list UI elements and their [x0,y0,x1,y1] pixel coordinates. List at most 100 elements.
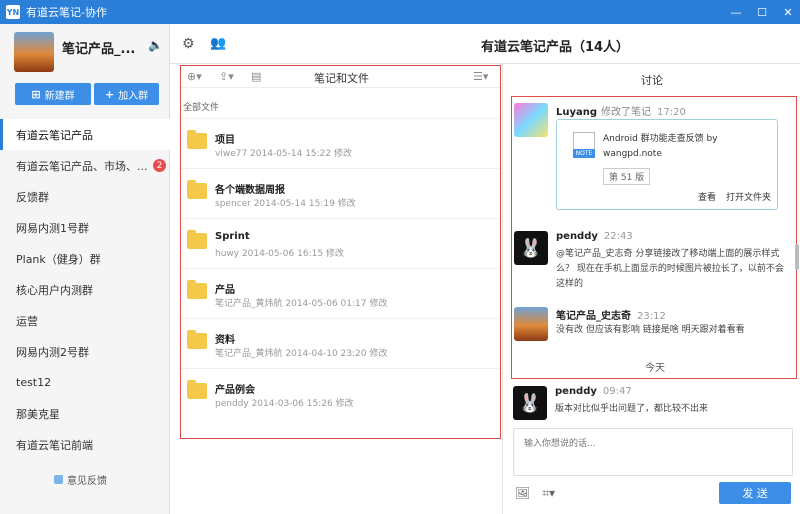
discussion-panel: 讨论 Luyang修改了笔记 17:20 Android 群功能走查反馈 by w… [502,64,800,514]
group-item-label: 有道云笔记前端 [16,438,93,452]
group-avatar[interactable] [14,32,54,72]
new-group-icon: ⊞ [31,87,41,101]
file-name: 资料 [215,335,235,346]
scrollbar[interactable] [795,244,799,270]
list-item[interactable]: 资料 笔记产品_黄炜航 2014-04-10 23:20 修改 [181,318,499,368]
list-view-icon[interactable]: ☰▾ [473,70,488,83]
avatar[interactable]: 🐰 [513,386,547,420]
group-actions: ⊞ 新建群 + 加入群 [15,83,159,105]
note-title: Android 群功能走查反馈 by wangpd.note [603,134,718,159]
file-meta: huwy 2014-05-06 16:15 修改 [215,249,344,259]
group-item[interactable]: test12 [0,367,170,398]
group-item[interactable]: 运营 [0,305,170,336]
app-logo-icon: YN [6,5,20,19]
feedback-label: 意见反馈 [67,476,107,487]
file-meta: viwe77 2014-05-14 15:22 修改 [215,149,352,159]
files-title: 笔记和文件 [314,72,369,85]
folder-icon [187,380,207,399]
notes-files-panel: ⊕▾ ⇪▾ ▤ 笔记和文件 ☰▾ 全部文件 项目 viwe77 2014-05-… [180,65,501,439]
unread-badge: 2 [153,159,166,172]
avatar[interactable] [514,103,548,137]
list-item[interactable]: Sprint huwy 2014-05-06 16:15 修改 [181,218,499,268]
group-item[interactable]: 有道云笔记产品、市场、... 2 [0,150,170,181]
message-input-box [513,428,793,476]
note-card[interactable]: Android 群功能走查反馈 by wangpd.note 第 51 版 查看… [556,119,778,210]
minimize-icon[interactable]: — [730,6,742,19]
image-icon[interactable]: 🖼 [515,486,530,501]
window-title: 有道云笔记-协作 [26,6,107,19]
feedback-icon [54,475,63,484]
breadcrumb[interactable]: 全部文件 [183,100,219,113]
file-list: 项目 viwe77 2014-05-14 15:22 修改 各个端数据周报 sp… [181,118,499,418]
list-item[interactable]: 项目 viwe77 2014-05-14 15:22 修改 [181,118,499,168]
message-item: 笔记产品_史志奇 23:12 没有改 但应该有影响 链接是啥 明天跟对着看看 [514,307,792,347]
group-item-label: 运营 [16,314,38,328]
file-meta: penddy 2014-03-06 15:26 修改 [215,399,354,409]
main-header: ⚙ 👥 有道云笔记产品（14人） [170,24,800,64]
avatar[interactable] [514,307,548,341]
group-name[interactable]: 笔记产品_... [62,38,135,57]
group-item-label: Plank（健身）群 [16,252,101,266]
view-link[interactable]: 查看 [698,190,716,203]
maximize-icon[interactable]: ☐ [756,6,768,19]
group-item[interactable]: 那美克星 [0,398,170,429]
screenshot-icon[interactable]: ⌗▾ [542,486,555,501]
message-text: 版本对比似乎出问题了，都比较不出来 [555,404,709,414]
new-group-label: 新建群 [44,90,75,102]
group-item[interactable]: 核心用户内测群 [0,274,170,305]
current-group-header: 笔记产品_... 🔈 [0,24,170,78]
message-item: Luyang修改了笔记 17:20 Android 群功能走查反馈 by wang… [514,103,792,219]
note-file-icon [573,132,595,158]
sidebar: 笔记产品_... 🔈 ⊞ 新建群 + 加入群 有道云笔记产品 有道云笔记产品、市… [0,24,170,514]
version-badge: 第 51 版 [603,168,651,185]
message-time: 23:12 [637,311,666,322]
group-item-label: 网易内测1号群 [16,221,89,235]
list-item[interactable]: 产品例会 penddy 2014-03-06 15:26 修改 [181,368,499,418]
group-list: 有道云笔记产品 有道云笔记产品、市场、... 2 反馈群 网易内测1号群 Plan… [0,119,170,460]
date-divider: 今天 [645,363,665,374]
input-tools: 🖼 ⌗▾ [515,486,555,501]
group-item[interactable]: 网易内测2号群 [0,336,170,367]
file-meta: spencer 2014-05-14 15:19 修改 [215,199,356,209]
group-item[interactable]: 反馈群 [0,181,170,212]
list-item[interactable]: 产品 笔记产品_黄炜航 2014-05-06 01:17 修改 [181,268,499,318]
message-item: 🐰 penddy 22:43 @笔记产品_史志奇 分享链接改了移动端上面的展示样式… [514,231,792,297]
new-group-button[interactable]: ⊞ 新建群 [15,83,91,105]
files-toolbar: ⊕▾ ⇪▾ ▤ 笔记和文件 ☰▾ [181,66,500,88]
discussion-title: 讨论 [641,74,663,87]
author-name: Luyang [556,107,598,118]
file-name: 产品 [215,285,235,296]
folder-icon [187,130,207,149]
page-title: 有道云笔记产品（14人） [480,40,630,55]
group-item-label: test12 [16,376,52,389]
message-text: @笔记产品_史志奇 分享链接改了移动端上面的展示样式么？ 现在在手机上面显示的时… [556,249,784,289]
message-author: penddy 22:43 [556,231,633,242]
feedback-link[interactable]: 意见反馈 [54,472,107,487]
group-item-label: 有道云笔记产品 [16,128,93,142]
message-input[interactable] [514,429,792,475]
group-item[interactable]: 有道云笔记产品 [0,119,170,150]
message-text: 没有改 但应该有影响 链接是啥 明天跟对着看看 [556,325,745,335]
open-folder-link[interactable]: 打开文件夹 [726,190,771,203]
author-name: penddy [556,231,598,242]
avatar[interactable]: 🐰 [514,231,548,265]
message-time: 22:43 [603,231,633,242]
group-item[interactable]: Plank（健身）群 [0,243,170,274]
file-meta: 笔记产品_黄炜航 2014-04-10 23:20 修改 [215,349,388,359]
message-item: 🐰 penddy 09:47 版本对比似乎出问题了，都比较不出来 [513,386,791,422]
join-group-button[interactable]: + 加入群 [94,83,159,105]
group-item[interactable]: 有道云笔记前端 [0,429,170,460]
speaker-icon[interactable]: 🔈 [148,38,163,52]
plus-icon: + [104,87,115,101]
folder-icon [187,280,207,299]
send-button[interactable]: 发 送 [719,482,791,504]
close-icon[interactable]: ✕ [782,6,794,19]
message-feed[interactable]: Luyang修改了笔记 17:20 Android 群功能走查反馈 by wang… [511,96,797,379]
message-time: 17:20 [657,107,686,118]
list-item[interactable]: 各个端数据周报 spencer 2014-05-14 15:19 修改 [181,168,499,218]
file-name: Sprint [215,231,250,242]
group-item[interactable]: 网易内测1号群 [0,212,170,243]
file-name: 产品例会 [215,385,255,396]
title-bar: YN 有道云笔记-协作 — ☐ ✕ [0,0,800,24]
folder-icon [187,230,207,249]
